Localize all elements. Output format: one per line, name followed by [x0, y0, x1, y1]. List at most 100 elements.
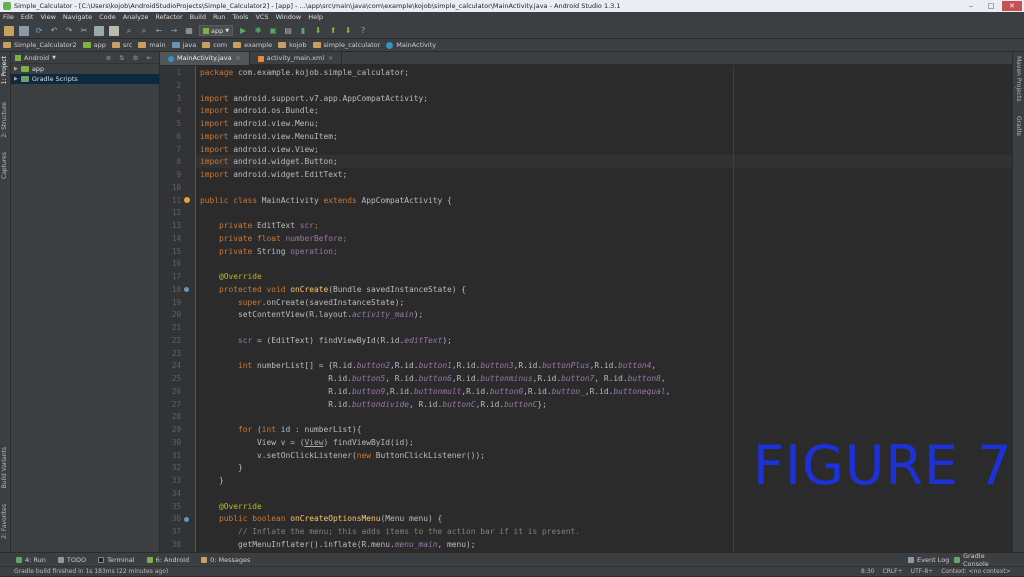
maximize-button[interactable]: □: [982, 1, 1000, 11]
android-device-icon[interactable]: ⬇: [343, 26, 353, 36]
breadcrumb-item[interactable]: Simple_Calculator2: [3, 41, 77, 49]
todo-tool-tab[interactable]: TODO: [57, 555, 87, 564]
menu-view[interactable]: View: [40, 12, 55, 23]
override-method-icon[interactable]: [184, 517, 189, 522]
tool-tab-label: 6: Android: [155, 555, 190, 564]
expand-arrow-icon[interactable]: ▶: [14, 64, 18, 74]
captures-tool-tab[interactable]: Captures: [1, 152, 8, 179]
code-line: @Override: [200, 501, 262, 511]
terminal-tool-tab[interactable]: Terminal: [98, 556, 135, 564]
breadcrumb-item[interactable]: main: [138, 41, 166, 49]
android-tool-tab[interactable]: 6: Android: [146, 555, 190, 564]
menu-file[interactable]: File: [3, 12, 14, 23]
code-token: android.os.Bundle;: [233, 106, 319, 116]
help-icon[interactable]: ?: [358, 26, 368, 36]
breadcrumb-item[interactable]: example: [233, 41, 272, 49]
close-button[interactable]: ✕: [1002, 1, 1022, 11]
minimize-button[interactable]: –: [962, 1, 980, 11]
open-icon[interactable]: [4, 25, 14, 36]
make-project-icon[interactable]: ▦: [184, 26, 194, 36]
code-token: ;: [342, 233, 348, 243]
line-number: 20: [171, 310, 181, 320]
line-number: 31: [171, 450, 181, 460]
menu-analyze[interactable]: Analyze: [123, 12, 149, 23]
expand-arrow-icon[interactable]: ▶: [14, 74, 18, 84]
project-view-mode[interactable]: Android: [24, 54, 49, 62]
run-config-select[interactable]: app ▼: [199, 25, 234, 36]
code-token: ,R.id.: [451, 374, 481, 383]
replace-icon[interactable]: ⌕: [139, 26, 149, 36]
menu-help[interactable]: Help: [308, 12, 323, 23]
package-icon: [233, 42, 242, 48]
event-log-tool-tab[interactable]: Event Log: [908, 556, 949, 564]
save-icon[interactable]: [19, 25, 29, 36]
tab-activity-main-xml[interactable]: activity_main.xml ✕: [250, 52, 343, 65]
menu-tools[interactable]: Tools: [232, 12, 248, 23]
menu-build[interactable]: Build: [190, 12, 206, 23]
structure-tool-tab[interactable]: 2: Structure: [1, 102, 8, 138]
build-variants-tool-tab[interactable]: Build Variants: [1, 447, 8, 488]
tree-item-app[interactable]: ▶ app: [11, 64, 159, 74]
breadcrumb-item[interactable]: src: [111, 41, 132, 49]
favorites-tool-tab[interactable]: 2: Favorites: [1, 504, 8, 539]
breadcrumb-item[interactable]: simple_calculator: [312, 41, 380, 49]
chevron-down-icon[interactable]: ▼: [52, 55, 56, 61]
menu-navigate[interactable]: Navigate: [63, 12, 92, 23]
panel-actions-icon[interactable]: ⊕ ⇅ ⚙ ⇤: [106, 54, 155, 62]
menu-refactor[interactable]: Refactor: [155, 12, 182, 23]
android-component-icon[interactable]: [184, 197, 190, 203]
debug-icon[interactable]: ✱: [253, 26, 263, 36]
back-icon[interactable]: ←: [154, 26, 164, 36]
code-token: button3: [480, 361, 514, 371]
tool-tab-label: TODO: [66, 555, 87, 564]
cut-icon[interactable]: ✂: [79, 26, 89, 36]
attach-debugger-icon[interactable]: ▣: [268, 26, 278, 36]
android-monitor-icon[interactable]: ⬆: [328, 26, 338, 36]
menu-code[interactable]: Code: [99, 12, 116, 23]
right-tool-strip: Maven Projects Gradle: [1012, 52, 1024, 552]
code-token: v.setOnClickListener(: [200, 450, 357, 460]
source-folder-icon: [171, 42, 180, 48]
undo-icon[interactable]: ↶: [49, 26, 59, 36]
avd-manager-icon[interactable]: ▮: [298, 26, 308, 36]
code-token: , R.id.: [409, 399, 443, 409]
gradle-tool-tab[interactable]: Gradle: [1015, 116, 1022, 136]
breadcrumb-item[interactable]: MainActivity: [386, 41, 436, 49]
tree-item-label: app: [31, 65, 45, 73]
line-number: 26: [171, 386, 181, 396]
breadcrumb-item[interactable]: app: [82, 41, 106, 49]
maven-projects-tool-tab[interactable]: Maven Projects: [1015, 56, 1022, 101]
breadcrumb-label: app: [93, 41, 106, 49]
code-token: private float: [200, 233, 286, 243]
tree-item-gradle-scripts[interactable]: ▶ Gradle Scripts: [11, 74, 159, 84]
run-icon[interactable]: ▶: [238, 26, 248, 36]
run-tool-tab[interactable]: 4: Run: [16, 556, 46, 564]
menu-run[interactable]: Run: [213, 12, 225, 23]
breadcrumb-item[interactable]: java: [171, 41, 196, 49]
sync-icon[interactable]: ⟳: [34, 26, 44, 36]
class-icon: [168, 55, 174, 62]
sync-gradle-icon[interactable]: ⬇: [313, 26, 323, 36]
close-tab-icon[interactable]: ✕: [236, 52, 241, 65]
redo-icon[interactable]: ↷: [64, 26, 74, 36]
find-icon[interactable]: ⌕: [124, 26, 134, 36]
copy-icon[interactable]: [94, 25, 104, 36]
override-method-icon[interactable]: [184, 287, 189, 292]
line-number: 9: [176, 170, 181, 179]
messages-tool-tab[interactable]: 0: Messages: [201, 556, 250, 564]
close-tab-icon[interactable]: ✕: [328, 52, 333, 65]
project-tool-tab[interactable]: 1: Project: [1, 56, 8, 84]
tab-mainactivity-java[interactable]: MainActivity.java ✕: [160, 52, 250, 65]
forward-icon[interactable]: →: [169, 26, 179, 36]
code-token: import: [200, 157, 234, 167]
line-number: 35: [171, 501, 181, 511]
paste-icon[interactable]: [109, 25, 119, 36]
folder-icon: [138, 42, 147, 48]
breadcrumb-item[interactable]: kojob: [278, 41, 307, 49]
menu-vcs[interactable]: VCS: [255, 12, 268, 23]
menu-window[interactable]: Window: [276, 12, 302, 23]
breadcrumb-item[interactable]: com: [202, 41, 227, 49]
sdk-manager-icon[interactable]: ▤: [283, 26, 293, 36]
line-number: 28: [171, 412, 181, 422]
menu-edit[interactable]: Edit: [21, 12, 34, 23]
